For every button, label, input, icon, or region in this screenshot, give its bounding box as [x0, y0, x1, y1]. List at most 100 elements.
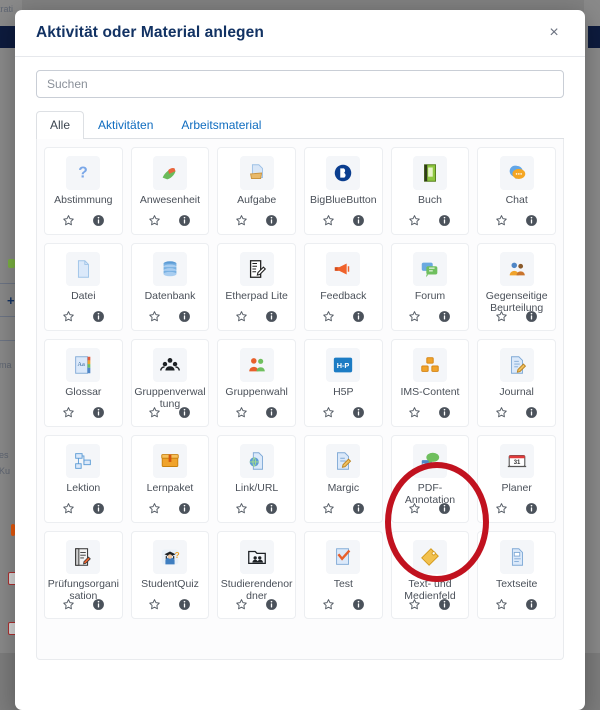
- activity-card[interactable]: Buch: [390, 147, 470, 235]
- star-outline-icon[interactable]: [235, 214, 248, 227]
- star-outline-icon[interactable]: [495, 310, 508, 323]
- star-outline-icon[interactable]: [495, 598, 508, 611]
- star-outline-icon[interactable]: [408, 310, 421, 323]
- card-actions: [218, 502, 295, 515]
- star-outline-icon[interactable]: [148, 598, 161, 611]
- activity-card[interactable]: PDF PDF-Annotation: [390, 435, 470, 523]
- star-outline-icon[interactable]: [408, 406, 421, 419]
- info-circle-icon[interactable]: [178, 598, 191, 611]
- star-outline-icon[interactable]: [495, 214, 508, 227]
- activity-card[interactable]: Test: [303, 531, 383, 619]
- activity-card[interactable]: Datenbank: [130, 243, 210, 331]
- info-circle-icon[interactable]: [265, 406, 278, 419]
- activity-card[interactable]: Link/URL: [217, 435, 296, 523]
- info-circle-icon[interactable]: [178, 502, 191, 515]
- search-input[interactable]: [36, 70, 564, 98]
- info-circle-icon[interactable]: [352, 598, 365, 611]
- activity-card[interactable]: Textseite: [477, 531, 556, 619]
- activity-card[interactable]: BigBlueButton: [303, 147, 383, 235]
- info-circle-icon[interactable]: [438, 214, 451, 227]
- info-circle-icon[interactable]: [92, 214, 105, 227]
- info-circle-icon[interactable]: [438, 598, 451, 611]
- activity-card[interactable]: Journal: [477, 339, 556, 427]
- activity-card[interactable]: Anwesenheit: [130, 147, 210, 235]
- activity-card[interactable]: Gegenseitige Beurteilung: [477, 243, 556, 331]
- activity-card[interactable]: Margic: [303, 435, 383, 523]
- star-outline-icon[interactable]: [62, 406, 75, 419]
- activity-card[interactable]: Studierendenordner: [217, 531, 296, 619]
- info-circle-icon[interactable]: [178, 214, 191, 227]
- backdrop-chip-green: [8, 259, 15, 268]
- star-outline-icon[interactable]: [322, 214, 335, 227]
- info-circle-icon[interactable]: [92, 310, 105, 323]
- info-circle-icon[interactable]: [352, 406, 365, 419]
- info-circle-icon[interactable]: [178, 310, 191, 323]
- activity-card[interactable]: Prüfungsorganisation: [44, 531, 123, 619]
- activity-card[interactable]: Etherpad Lite: [217, 243, 296, 331]
- card-actions: [132, 406, 209, 419]
- tab-aktivitaeten[interactable]: Aktivitäten: [84, 111, 167, 139]
- info-circle-icon[interactable]: [352, 310, 365, 323]
- info-circle-icon[interactable]: [178, 406, 191, 419]
- star-outline-icon[interactable]: [235, 406, 248, 419]
- tab-arbeitsmaterial[interactable]: Arbeitsmaterial: [167, 111, 275, 139]
- info-circle-icon[interactable]: [525, 310, 538, 323]
- star-outline-icon[interactable]: [62, 502, 75, 515]
- info-circle-icon[interactable]: [92, 598, 105, 611]
- activity-card[interactable]: Gruppenwahl: [217, 339, 296, 427]
- star-outline-icon[interactable]: [495, 406, 508, 419]
- activity-card[interactable]: Lernpaket: [130, 435, 210, 523]
- info-circle-icon[interactable]: [525, 502, 538, 515]
- activity-card[interactable]: Text- und Medienfeld: [390, 531, 470, 619]
- info-circle-icon[interactable]: [438, 406, 451, 419]
- activity-card[interactable]: H-P H5P: [303, 339, 383, 427]
- activity-card[interactable]: ? StudentQuiz: [130, 531, 210, 619]
- star-outline-icon[interactable]: [148, 310, 161, 323]
- info-circle-icon[interactable]: [438, 502, 451, 515]
- info-circle-icon[interactable]: [92, 406, 105, 419]
- info-circle-icon[interactable]: [265, 214, 278, 227]
- info-circle-icon[interactable]: [438, 310, 451, 323]
- activity-card[interactable]: Gruppenverwaltung: [130, 339, 210, 427]
- activity-card[interactable]: Lektion: [44, 435, 123, 523]
- info-circle-icon[interactable]: [265, 310, 278, 323]
- file-icon: [66, 252, 101, 286]
- close-icon[interactable]: ×: [543, 22, 565, 44]
- star-outline-icon[interactable]: [322, 502, 335, 515]
- star-outline-icon[interactable]: [148, 406, 161, 419]
- info-circle-icon[interactable]: [525, 214, 538, 227]
- info-circle-icon[interactable]: [352, 214, 365, 227]
- star-outline-icon[interactable]: [235, 598, 248, 611]
- info-circle-icon[interactable]: [525, 598, 538, 611]
- star-outline-icon[interactable]: [62, 598, 75, 611]
- activity-card[interactable]: Chat: [477, 147, 556, 235]
- info-circle-icon[interactable]: [525, 406, 538, 419]
- star-outline-icon[interactable]: [408, 502, 421, 515]
- star-outline-icon[interactable]: [62, 310, 75, 323]
- activity-card[interactable]: ? Abstimmung: [44, 147, 123, 235]
- activity-card[interactable]: Aa Glossar: [44, 339, 123, 427]
- activity-card[interactable]: Forum: [390, 243, 470, 331]
- activity-card-label: Textseite: [495, 578, 538, 590]
- activity-card[interactable]: IMS-Content: [390, 339, 470, 427]
- star-outline-icon[interactable]: [235, 310, 248, 323]
- activity-card[interactable]: Datei: [44, 243, 123, 331]
- tab-alle[interactable]: Alle: [36, 111, 85, 139]
- star-outline-icon[interactable]: [408, 598, 421, 611]
- star-outline-icon[interactable]: [148, 502, 161, 515]
- info-circle-icon[interactable]: [265, 598, 278, 611]
- activity-card[interactable]: 31 Planer: [477, 435, 556, 523]
- activity-card[interactable]: Feedback: [303, 243, 383, 331]
- star-outline-icon[interactable]: [62, 214, 75, 227]
- info-circle-icon[interactable]: [352, 502, 365, 515]
- star-outline-icon[interactable]: [322, 598, 335, 611]
- activity-card[interactable]: Aufgabe: [217, 147, 296, 235]
- star-outline-icon[interactable]: [495, 502, 508, 515]
- star-outline-icon[interactable]: [148, 214, 161, 227]
- star-outline-icon[interactable]: [408, 214, 421, 227]
- star-outline-icon[interactable]: [235, 502, 248, 515]
- info-circle-icon[interactable]: [92, 502, 105, 515]
- star-outline-icon[interactable]: [322, 406, 335, 419]
- star-outline-icon[interactable]: [322, 310, 335, 323]
- info-circle-icon[interactable]: [265, 502, 278, 515]
